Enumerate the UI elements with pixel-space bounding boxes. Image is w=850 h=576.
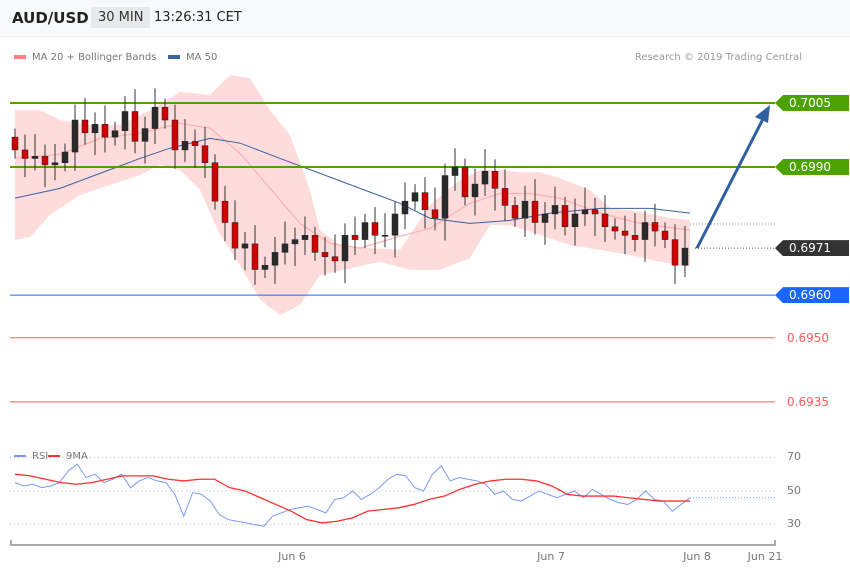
candle-body <box>441 175 449 219</box>
candle-body <box>151 106 159 129</box>
candle-body <box>181 141 189 151</box>
x-tick-jun6: Jun 6 <box>278 550 306 563</box>
price-tag-pivot: 0.6960 <box>775 287 849 304</box>
candle-body <box>141 128 149 142</box>
candle-body <box>21 149 29 159</box>
candle-body <box>251 243 259 270</box>
candle-body <box>221 200 229 223</box>
x-tick-jun8: Jun 8 <box>683 550 711 563</box>
candle-body <box>191 141 199 146</box>
candle-body <box>371 222 379 236</box>
price-tag-resistance: 0.7005 <box>775 94 849 111</box>
candle-body <box>121 111 129 131</box>
candle-body <box>321 252 329 257</box>
candle-body <box>541 213 549 223</box>
x-axis <box>10 540 776 546</box>
candle-body <box>561 205 569 228</box>
candle-body <box>391 213 399 236</box>
x-tick-jun21: Jun 21 <box>747 550 783 563</box>
candle-body <box>281 243 289 253</box>
candle-body <box>401 200 409 215</box>
candle-body <box>351 235 359 240</box>
candle-body <box>671 239 679 266</box>
candle-body <box>411 192 419 202</box>
candle-body <box>41 156 49 166</box>
legend-rsi-ma-label: 9MA <box>66 451 88 462</box>
bollinger-band <box>15 75 690 316</box>
rsi-ma-swatch <box>48 455 60 457</box>
candle-body <box>431 209 439 219</box>
candle-body <box>471 183 479 198</box>
candle-body <box>81 119 89 134</box>
candle-body <box>71 119 79 153</box>
candle-body <box>451 166 459 176</box>
rsi-tick-70: 70 <box>787 450 801 463</box>
candle-body <box>131 111 139 142</box>
candle-body <box>231 222 239 249</box>
candle-body <box>421 192 429 210</box>
candle-body <box>521 200 529 219</box>
support-label: 0.6950 <box>787 331 829 345</box>
candle-body <box>171 119 179 151</box>
legend-rsi-label: RSI <box>32 451 49 462</box>
price-tag-current: 0.6971 <box>775 240 849 257</box>
candle-body <box>91 124 99 134</box>
rsi-swatch <box>14 455 26 457</box>
candle-body <box>491 171 499 189</box>
candle-body <box>331 256 339 262</box>
candle-body <box>381 235 389 237</box>
legend-rsi: RSI <box>14 451 48 462</box>
candle-body <box>581 209 589 215</box>
forecast-arrow-shaft <box>695 116 766 249</box>
x-tick-jun7: Jun 7 <box>537 550 565 563</box>
candle-body <box>611 226 619 232</box>
support-label: 0.6935 <box>787 395 829 409</box>
candle-body <box>651 222 659 232</box>
candle-body <box>261 264 269 270</box>
rsi-line <box>14 463 691 527</box>
rsi-tick-30: 30 <box>787 517 801 530</box>
candle-body <box>681 247 689 266</box>
candle-body <box>511 205 519 219</box>
candle-body <box>641 222 649 240</box>
candle-body <box>621 230 629 236</box>
candle-body <box>111 130 119 138</box>
candle-body <box>271 252 279 266</box>
candle-body <box>61 151 69 163</box>
candle-body <box>51 162 59 166</box>
candle-body <box>291 239 299 245</box>
candle-body <box>241 243 249 249</box>
candle-body <box>461 166 469 198</box>
candle-body <box>551 205 559 215</box>
rsi-tick-50: 50 <box>787 484 801 497</box>
candle-body <box>591 209 599 215</box>
candle-body <box>211 162 219 202</box>
candle-body <box>341 235 349 262</box>
price-chart: 0.6950 0.6935 <box>10 75 829 546</box>
candle-body <box>481 171 489 185</box>
price-tag-resistance: 0.6990 <box>775 159 849 175</box>
candle-body <box>631 235 639 240</box>
candle-body <box>571 213 579 228</box>
candle-body <box>101 124 109 138</box>
candle-body <box>301 235 309 240</box>
candle-body <box>11 136 19 151</box>
candle-body <box>531 200 539 223</box>
candle-body <box>361 222 369 240</box>
candle-body <box>31 156 39 159</box>
candle-body <box>311 235 319 253</box>
candle-body <box>161 106 169 121</box>
candle-body <box>501 188 509 206</box>
forecast-arrow-head <box>755 104 770 123</box>
candle-body <box>601 213 609 228</box>
rsi-ma-line <box>14 473 690 524</box>
legend-rsi-ma: 9MA <box>48 451 88 462</box>
candle-body <box>201 145 209 163</box>
candle-body <box>661 230 669 240</box>
